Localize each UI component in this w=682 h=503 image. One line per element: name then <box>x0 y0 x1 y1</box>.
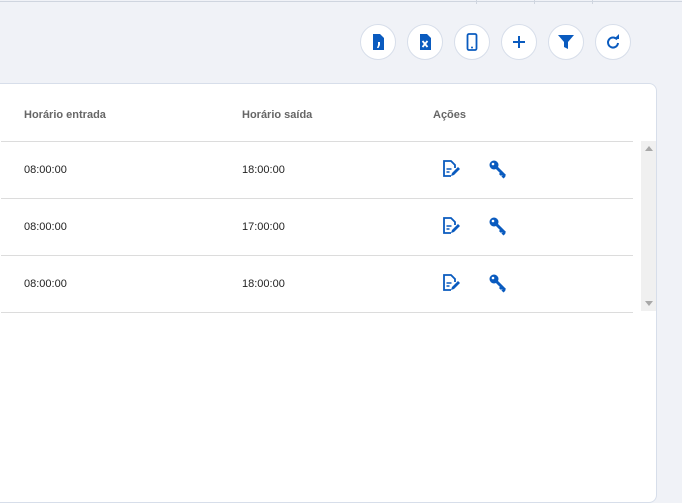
header-horario-saida[interactable]: Horário saída <box>242 109 312 121</box>
data-table: Horário entrada Horário saída Ações 08:0… <box>0 83 657 503</box>
cell-horario-saida: 17:00:00 <box>242 221 285 233</box>
file-excel-icon <box>420 34 431 50</box>
header-acoes: Ações <box>433 109 467 121</box>
key-icon[interactable] <box>488 273 508 293</box>
scroll-down-icon[interactable] <box>645 301 653 306</box>
export-excel-button[interactable] <box>407 24 443 60</box>
export-csv-button[interactable] <box>360 24 396 60</box>
cell-horario-saida: 18:00:00 <box>242 164 285 176</box>
table-row: 08:00:00 18:00:00 <box>1 141 633 198</box>
toolbar <box>360 24 631 60</box>
filter-button[interactable] <box>548 24 584 60</box>
divider <box>592 0 593 4</box>
edit-document-icon[interactable] <box>442 159 460 179</box>
edit-document-icon[interactable] <box>442 273 460 293</box>
key-icon[interactable] <box>488 216 508 236</box>
key-icon[interactable] <box>488 159 508 179</box>
cell-horario-entrada: 08:00:00 <box>24 221 67 233</box>
divider <box>534 0 535 4</box>
table-row: 08:00:00 17:00:00 <box>1 198 633 255</box>
scroll-up-icon[interactable] <box>645 146 653 151</box>
cell-horario-entrada: 08:00:00 <box>24 278 67 290</box>
file-csv-icon <box>373 34 384 50</box>
add-button[interactable] <box>501 24 537 60</box>
refresh-button[interactable] <box>595 24 631 60</box>
scrollbar[interactable] <box>641 141 656 311</box>
header-horario-entrada[interactable]: Horário entrada <box>24 109 106 121</box>
edit-document-icon[interactable] <box>442 216 460 236</box>
divider <box>476 0 477 4</box>
refresh-icon <box>607 34 619 49</box>
table-row: 08:00:00 18:00:00 <box>1 255 633 313</box>
mobile-button[interactable] <box>454 24 490 60</box>
mobile-icon <box>466 33 478 51</box>
top-strip <box>0 0 682 4</box>
filter-icon <box>558 35 574 49</box>
plus-icon <box>513 36 525 48</box>
cell-horario-entrada: 08:00:00 <box>24 164 67 176</box>
cell-horario-saida: 18:00:00 <box>242 278 285 290</box>
